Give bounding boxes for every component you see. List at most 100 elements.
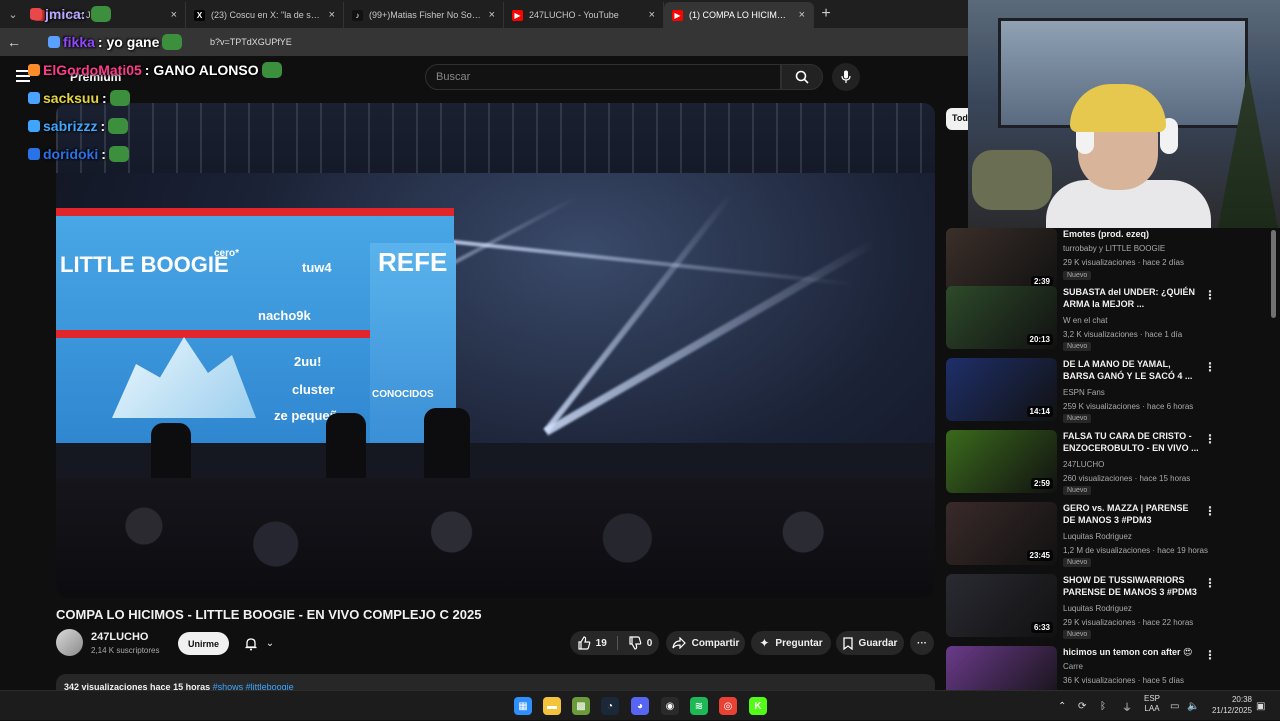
video-title-link[interactable]: hicimos un temon con after 😍 (1063, 646, 1201, 658)
back-arrow-icon[interactable]: ← (0, 34, 28, 50)
tab-close-icon[interactable]: × (799, 9, 805, 21)
share-button[interactable]: Compartir (666, 631, 745, 655)
notifications-button[interactable]: ⌄ (236, 632, 282, 655)
video-meta: 3,2 K visualizaciones · hace 1 día (1063, 330, 1183, 339)
chat-emote-icon (91, 6, 112, 22)
chat-username: sacksuu (43, 90, 100, 106)
video-thumbnail[interactable]: 20:13 (946, 286, 1057, 349)
video-title-link[interactable]: FALSA TU CARA DE CRISTO - ENZOCEROBULTO … (1063, 430, 1201, 454)
spotify-icon[interactable]: ≋ (690, 697, 708, 715)
bluetooth-icon[interactable]: ᛒ (1100, 691, 1106, 721)
stage-truss (56, 103, 935, 173)
system-clock[interactable]: 20:38 21/12/2025 (1210, 694, 1252, 716)
clock-time: 20:38 (1231, 695, 1252, 704)
channel-avatar[interactable] (56, 629, 83, 656)
discord-icon[interactable]: ◕ (631, 697, 649, 715)
address-bar-url[interactable]: b?v=TPTdXGUPfYE (210, 37, 292, 47)
new-tab-button[interactable]: + (814, 5, 838, 23)
screen-name: tuw4 (302, 260, 332, 275)
ask-button[interactable]: ✦ Preguntar (751, 631, 831, 655)
video-duration: 14:14 (1026, 406, 1053, 417)
screen-name: cluster (292, 382, 335, 397)
video-meta: 29 K visualizaciones · hace 2 días (1063, 258, 1184, 267)
video-thumbnail[interactable]: 23:45 (946, 502, 1057, 565)
video-channel[interactable]: W en el chat (1063, 316, 1107, 325)
tab-close-icon[interactable]: × (489, 9, 495, 21)
video-channel[interactable]: ESPN Fans (1063, 388, 1105, 397)
chat-emote-icon (108, 118, 129, 134)
tray-chevron-icon[interactable]: ⌃ (1058, 691, 1066, 721)
tab-search-icon[interactable]: ⌄ (0, 0, 26, 28)
more-vertical-icon[interactable]: ⋮ (1204, 504, 1216, 518)
browser-tab[interactable]: X (23) Coscu en X: "la de sonar m × (186, 2, 344, 28)
video-thumbnail[interactable]: 6:33 (946, 574, 1057, 637)
volume-icon[interactable]: 🔈 (1187, 691, 1199, 721)
video-thumbnail[interactable]: 2:39 (946, 228, 1057, 291)
recommended-video[interactable]: 23:45 GERO vs. MAZZA | PARENSE DE MANOS 3… (946, 502, 1276, 568)
search-icon (795, 70, 809, 84)
like-button[interactable]: 19 (577, 636, 607, 650)
recommended-video[interactable]: 2:39 Emotes (prod. ezeq) turrobaby y LITTL… (946, 228, 1276, 294)
scrollbar[interactable] (1271, 230, 1276, 318)
video-title-link[interactable]: Emotes (prod. ezeq) (1063, 228, 1201, 240)
windows-start-icon[interactable]: ▦ (514, 697, 532, 715)
crowd (56, 478, 935, 598)
chat-message: sabrizzz: (28, 118, 129, 134)
search-input[interactable]: Buscar (425, 64, 781, 90)
more-actions-button[interactable]: ··· (910, 631, 934, 655)
share-icon (671, 637, 686, 649)
video-channel[interactable]: Luquitas Rodriguez (1063, 532, 1132, 541)
notification-icon[interactable]: ▣ (1256, 691, 1265, 721)
channel-name[interactable]: 247LUCHO (91, 631, 148, 643)
join-button[interactable]: Unirme (178, 632, 229, 655)
browser-tab[interactable]: ▶ 247LUCHO - YouTube × (504, 2, 664, 28)
like-dislike-group: 19 0 (570, 631, 659, 655)
thumbs-up-icon (578, 636, 590, 650)
file-explorer-icon[interactable]: ▬ (543, 697, 561, 715)
video-channel[interactable]: turrobaby y LITTLE BOOGIE (1063, 244, 1165, 253)
recommended-video[interactable]: 2:59 FALSA TU CARA DE CRISTO - ENZOCEROBU… (946, 430, 1276, 496)
tab-close-icon[interactable]: × (649, 9, 655, 21)
video-title-link[interactable]: GERO vs. MAZZA | PARENSE DE MANOS 3 #PDM… (1063, 502, 1201, 526)
minecraft-icon[interactable]: ▩ (572, 697, 590, 715)
chat-text: : GANO ALONSO (144, 62, 259, 78)
more-vertical-icon[interactable]: ⋮ (1204, 576, 1216, 590)
recommended-video[interactable]: 6:33 SHOW DE TUSSIWARRIORS PARENSE DE MAN… (946, 574, 1276, 640)
more-vertical-icon[interactable]: ⋮ (1204, 288, 1216, 302)
sync-icon[interactable]: ⟳ (1078, 691, 1086, 721)
browser-tab[interactable]: ▶ (1) COMPA LO HICIMOS - LITTL × (664, 2, 814, 28)
plush-toys (972, 150, 1052, 210)
video-channel[interactable]: Carre (1063, 662, 1083, 671)
search-button[interactable] (781, 64, 823, 90)
browser-tab-strip: ⌄ ●Lucardo JS×X(23) Coscu en X: "la de s… (0, 0, 968, 28)
chat-badge-icon (28, 148, 40, 160)
tab-close-icon[interactable]: × (171, 9, 177, 21)
video-player[interactable]: LITTLE BOOGIE cero* tuw4 nacho9k 2uu! cl… (56, 103, 935, 598)
network-icon[interactable]: ▭ (1170, 691, 1179, 721)
video-channel[interactable]: 247LUCHO (1063, 460, 1104, 469)
voice-search-button[interactable] (832, 63, 860, 91)
chat-text: : (101, 146, 106, 162)
more-vertical-icon[interactable]: ⋮ (1204, 432, 1216, 446)
chrome-icon[interactable]: ◎ (719, 697, 737, 715)
browser-tab[interactable]: ♪ (99+)Matias Fisher No Sos Und × (344, 2, 504, 28)
more-vertical-icon[interactable]: ⋮ (1204, 648, 1216, 662)
language-indicator[interactable]: ESP LAA (1144, 694, 1160, 714)
obs-icon[interactable]: ◉ (661, 697, 679, 715)
recommended-video[interactable]: 20:13 SUBASTA del UNDER: ¿QUIÉN ARMA la M… (946, 286, 1276, 352)
video-title-link[interactable]: SUBASTA del UNDER: ¿QUIÉN ARMA la MEJOR … (1063, 286, 1201, 310)
video-thumbnail[interactable]: 14:14 (946, 358, 1057, 421)
video-title-link[interactable]: SHOW DE TUSSIWARRIORS PARENSE DE MANOS 3… (1063, 574, 1201, 598)
video-channel[interactable]: Luquitas Rodriguez (1063, 604, 1132, 613)
kick-icon[interactable]: K (749, 697, 767, 715)
recommended-video[interactable]: 14:14 DE LA MANO DE YAMAL, BARSA GANÓ Y L… (946, 358, 1276, 424)
video-title-link[interactable]: DE LA MANO DE YAMAL, BARSA GANÓ Y LE SAC… (1063, 358, 1201, 382)
tab-close-icon[interactable]: × (329, 9, 335, 21)
video-thumbnail[interactable]: 2:59 (946, 430, 1057, 493)
more-vertical-icon[interactable]: ⋮ (1204, 360, 1216, 374)
steam-icon[interactable]: ◔ (601, 697, 619, 715)
video-duration: 20:13 (1026, 334, 1053, 345)
save-button[interactable]: Guardar (836, 631, 904, 655)
dislike-button[interactable]: 0 (628, 636, 652, 650)
mic-tray-icon[interactable]: ⏚ (1122, 691, 1132, 721)
